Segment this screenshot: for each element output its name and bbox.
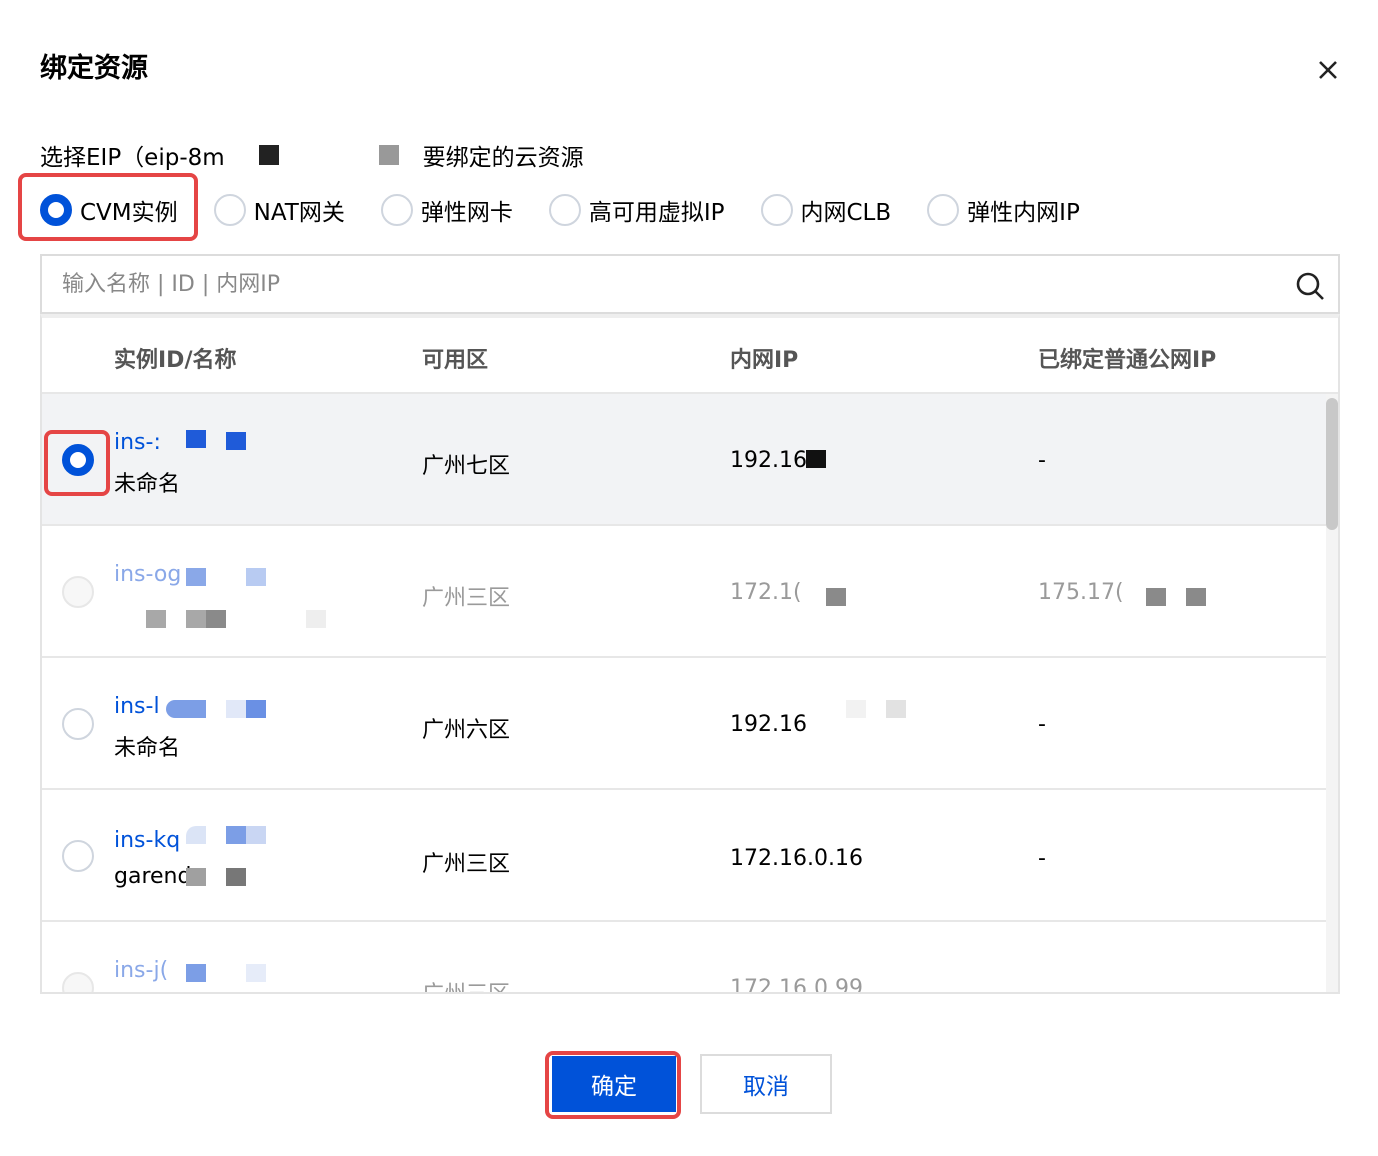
column-header-zone: 可用区 xyxy=(422,348,489,373)
bind-prompt: 选择EIP（eip-8m 要绑定的云资源 xyxy=(40,138,584,172)
redaction-block xyxy=(186,868,206,886)
search-box xyxy=(40,254,1340,314)
private-ip-cell: 172.16.0.99 xyxy=(730,976,863,994)
redaction-block xyxy=(226,826,246,844)
public-ip-cell: 175.17( xyxy=(1038,580,1124,605)
highlight-box xyxy=(44,430,110,496)
redaction-block xyxy=(226,700,246,718)
redaction-block xyxy=(186,964,206,982)
zone-cell: 广州三区 xyxy=(422,586,511,611)
cancel-button[interactable]: 取消 xyxy=(700,1054,832,1114)
redaction-block xyxy=(246,826,266,844)
instance-id-link[interactable]: ins-: xyxy=(114,430,161,455)
public-ip-cell: - xyxy=(1038,846,1046,871)
instance-id-link[interactable]: ins-l xyxy=(114,694,160,719)
radio-button[interactable] xyxy=(927,194,960,226)
redaction-block xyxy=(246,568,266,586)
radio-internal-clb[interactable]: 内网CLB xyxy=(760,193,892,227)
redaction-block xyxy=(226,432,246,450)
row-radio[interactable] xyxy=(62,840,94,872)
column-header-id-name: 实例ID/名称 xyxy=(114,348,237,373)
redaction-block xyxy=(1146,588,1166,606)
radio-label: 高可用虚拟IP xyxy=(588,200,725,226)
dialog-title: 绑定资源 xyxy=(40,53,148,84)
radio-button[interactable] xyxy=(213,194,246,226)
radio-elastic-private-ip[interactable]: 弹性内网IP xyxy=(927,193,1080,227)
redaction-block xyxy=(246,700,266,718)
redaction-block xyxy=(378,145,399,165)
radio-button[interactable] xyxy=(548,194,581,226)
redaction-block xyxy=(258,145,279,165)
table-row[interactable]: ins-: 未命名 广州七区 192.16 - xyxy=(42,394,1326,526)
radio-label: 弹性网卡 xyxy=(420,200,513,226)
scrollbar-thumb[interactable] xyxy=(1326,398,1338,530)
instance-name: garend xyxy=(114,864,192,889)
redaction-block xyxy=(186,568,206,586)
highlight-box xyxy=(18,173,198,241)
close-icon[interactable] xyxy=(1312,54,1344,86)
zone-cell: 广州三区 xyxy=(422,976,510,992)
instance-id-link: ins-j( xyxy=(114,958,169,983)
redaction-block xyxy=(246,964,266,982)
row-radio xyxy=(62,576,94,608)
table-row: ins-og 广州三区 172.1( 175.17( xyxy=(42,526,1326,658)
radio-havip[interactable]: 高可用虚拟IP xyxy=(548,193,725,227)
redaction-block xyxy=(1186,588,1206,606)
redaction-block xyxy=(166,700,206,718)
redaction-block xyxy=(186,610,206,628)
zone-cell: 广州七区 xyxy=(422,454,511,479)
private-ip-cell: 192.16 xyxy=(730,712,807,737)
public-ip-cell: - xyxy=(1038,448,1046,473)
search-input[interactable] xyxy=(62,271,1262,297)
table-header: 实例ID/名称 可用区 内网IP 已绑定普通公网IP xyxy=(42,318,1338,394)
redaction-block xyxy=(146,610,166,628)
zone-cell: 广州六区 xyxy=(422,718,511,743)
table-row[interactable]: ins-l 未命名 广州六区 192.16 - xyxy=(42,658,1326,790)
zone-cell: 广州三区 xyxy=(422,852,511,877)
public-ip-cell: - xyxy=(1038,712,1046,737)
prompt-suffix: 要绑定的云资源 xyxy=(422,145,584,171)
redaction-block xyxy=(226,868,246,886)
instance-name: 未命名 xyxy=(114,736,181,761)
table-row[interactable]: ins-kq garend 广州三区 172.16.0.16 - xyxy=(42,790,1326,922)
redaction-block xyxy=(206,610,226,628)
table-row: ins-j( 广州三区 172.16.0.99 xyxy=(42,922,1326,994)
search-icon[interactable] xyxy=(1294,270,1326,302)
radio-button[interactable] xyxy=(760,194,793,226)
private-ip-cell: 192.16 xyxy=(730,448,807,473)
instance-table: 实例ID/名称 可用区 内网IP 已绑定普通公网IP ins-: 未命名 广州七… xyxy=(40,314,1340,994)
redaction-block xyxy=(886,700,906,718)
redaction-block xyxy=(186,430,206,448)
radio-label: NAT网关 xyxy=(253,200,345,226)
column-header-public-ip: 已绑定普通公网IP xyxy=(1038,348,1217,373)
resource-type-group: CVM实例 NAT网关 弹性网卡 高可用虚拟IP 内网CLB 弹性内网IP xyxy=(40,188,1116,232)
radio-nat-gateway[interactable]: NAT网关 xyxy=(213,193,345,227)
redaction-block xyxy=(846,700,866,718)
radio-label: 弹性内网IP xyxy=(967,200,1080,226)
private-ip-cell: 172.1( xyxy=(730,580,802,605)
instance-id-link[interactable]: ins-kq xyxy=(114,828,180,853)
radio-label: 内网CLB xyxy=(800,200,892,226)
instance-id-link: ins-og xyxy=(114,562,182,587)
prompt-prefix: 选择EIP（eip-8m xyxy=(40,145,225,171)
column-header-private-ip: 内网IP xyxy=(730,348,799,373)
redaction-block xyxy=(306,610,326,628)
redaction-block xyxy=(826,588,846,606)
redaction-block xyxy=(186,826,206,844)
row-radio xyxy=(62,972,94,992)
private-ip-cell: 172.16.0.16 xyxy=(730,846,863,871)
radio-eni[interactable]: 弹性网卡 xyxy=(380,193,513,227)
instance-name: 未命名 xyxy=(114,472,181,497)
row-radio[interactable] xyxy=(62,708,94,740)
redaction-block xyxy=(806,450,826,468)
radio-button[interactable] xyxy=(380,194,413,226)
highlight-box xyxy=(545,1051,681,1119)
